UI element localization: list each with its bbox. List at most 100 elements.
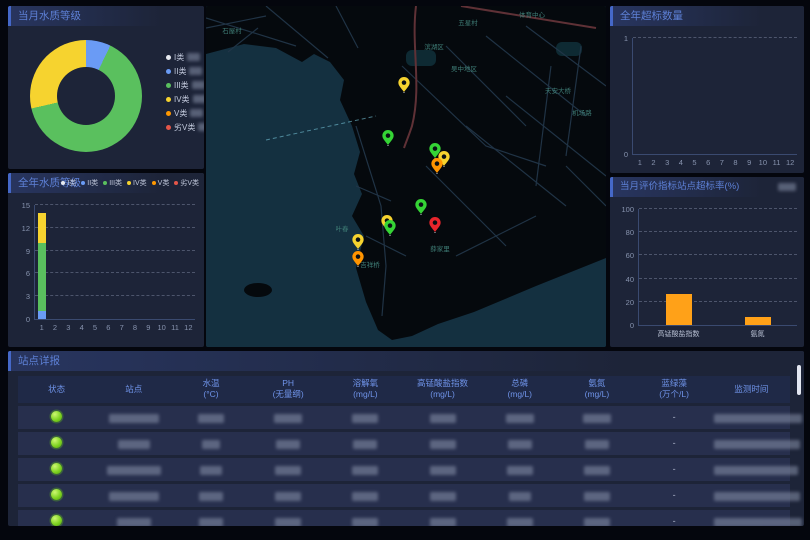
y-tick: 9 [26, 247, 30, 256]
redacted-cell [558, 432, 635, 455]
column-header: 监测时间 [713, 376, 790, 403]
legend-label: 劣V类 [174, 122, 195, 133]
x-tick: 5 [93, 323, 97, 332]
redacted-cell [250, 406, 327, 429]
legend-dot [166, 55, 171, 60]
status-cell [18, 510, 95, 526]
map-place-label: 五星村 [458, 17, 478, 27]
redacted-cell [404, 406, 481, 429]
water-quality-dashboard: 当月水质等级 I类II类III类IV类V类劣V类 全年水质等级 I类II类III… [0, 0, 810, 540]
station-pin[interactable] [428, 217, 442, 233]
corner-badge-redacted[interactable] [778, 183, 796, 191]
redacted-cell [95, 432, 172, 455]
legend-item[interactable]: I类 [61, 178, 76, 188]
x-tick: 7 [120, 323, 124, 332]
station-table: 状态站点水温(°C)PH(无量纲)溶解氧(mg/L)高锰酸盐指数(mg/L)总磷… [18, 373, 790, 526]
legend-item[interactable]: IV类 [127, 178, 147, 188]
column-header: 高锰酸盐指数(mg/L) [404, 376, 481, 403]
legend-item[interactable]: V类 [166, 106, 204, 120]
legend-dot [166, 125, 171, 130]
legend-item[interactable]: II类 [81, 178, 98, 188]
x-tick: 2 [651, 158, 655, 167]
y-tick: 20 [626, 298, 634, 307]
redacted-cell [327, 484, 404, 507]
station-pin[interactable] [430, 158, 444, 174]
panel-header: 站点详报 [8, 351, 804, 371]
table-row[interactable]: - [18, 458, 790, 481]
x-tick: 高锰酸盐指数 [658, 329, 700, 339]
table-row[interactable]: - [18, 484, 790, 507]
redacted-cell [481, 406, 558, 429]
x-tick: 2 [53, 323, 57, 332]
table-row[interactable]: - [18, 510, 790, 526]
x-tick: 7 [720, 158, 724, 167]
table-scrollbar[interactable] [797, 365, 801, 395]
y-tick: 1 [624, 34, 628, 43]
algae-cell: - [636, 510, 713, 526]
status-dot [51, 437, 62, 448]
panel-title: 站点详报 [11, 351, 804, 371]
x-tick: 6 [106, 323, 110, 332]
panel-station-table: 站点详报 状态站点水温(°C)PH(无量纲)溶解氧(mg/L)高锰酸盐指数(mg… [8, 351, 804, 526]
redacted-cell [404, 458, 481, 481]
rate-bar [666, 294, 692, 325]
gridline: 100 [639, 208, 797, 209]
legend-item[interactable]: III类 [166, 78, 204, 92]
station-pin[interactable] [351, 251, 365, 267]
y-tick: 0 [630, 321, 634, 330]
legend-item[interactable]: 劣V类 [166, 120, 204, 134]
panel-header: 当月评价指标站点超标率(%) [610, 177, 804, 197]
station-pin[interactable] [397, 77, 411, 93]
redacted-cell [481, 432, 558, 455]
table-row[interactable]: - [18, 406, 790, 429]
column-header: 氨氮(mg/L) [558, 376, 635, 403]
redacted-cell [95, 510, 172, 526]
gridline: 40 [639, 278, 797, 279]
x-tick: 3 [665, 158, 669, 167]
status-dot [51, 411, 62, 422]
redacted-cell [95, 484, 172, 507]
legend-item[interactable]: I类 [166, 50, 204, 64]
map-place-label: 吴中地区 [451, 63, 477, 73]
redacted-cell [404, 484, 481, 507]
table-row[interactable]: - [18, 432, 790, 455]
status-cell [18, 406, 95, 429]
x-tick: 1 [638, 158, 642, 167]
gridline: 1 [633, 37, 797, 38]
station-pin[interactable] [383, 220, 397, 236]
time-cell [713, 432, 790, 455]
algae-cell: - [636, 484, 713, 507]
redacted-cell [172, 510, 249, 526]
x-tick: 10 [759, 158, 767, 167]
x-tick: 5 [692, 158, 696, 167]
gridline: 12 [35, 227, 195, 228]
panel-header: 当月水质等级 [8, 6, 204, 26]
station-map[interactable]: 石屋村五星村滨湖区吴中地区体育中心天安大桥机场路叶春吉祥桥薛家里 [206, 6, 606, 347]
station-pin[interactable] [351, 234, 365, 250]
legend-item[interactable]: IV类 [166, 92, 204, 106]
station-pin[interactable] [381, 130, 395, 146]
legend-item[interactable]: II类 [166, 64, 204, 78]
redacted-cell [95, 406, 172, 429]
legend-item[interactable]: V类 [152, 178, 170, 188]
legend-value-redacted [193, 95, 204, 103]
column-header: 总磷(mg/L) [481, 376, 558, 403]
algae-cell: - [636, 432, 713, 455]
redacted-cell [558, 406, 635, 429]
status-cell [18, 458, 95, 481]
legend-item[interactable]: 劣V类 [174, 178, 199, 188]
map-base [206, 6, 606, 347]
legend-value-redacted [192, 81, 204, 89]
legend-label: IV类 [174, 94, 190, 105]
column-header: 状态 [18, 376, 95, 403]
station-pin[interactable] [414, 199, 428, 215]
time-cell [713, 458, 790, 481]
legend-item[interactable]: III类 [103, 178, 122, 188]
map-place-label: 石屋村 [222, 25, 242, 35]
panel-exceed-rate: 当月评价指标站点超标率(%) 020406080100高锰酸盐指数氨氮 [610, 177, 804, 347]
column-header: 站点 [95, 376, 172, 403]
redacted-cell [327, 458, 404, 481]
column-header: PH(无量纲) [250, 376, 327, 403]
panel-header: 全年超标数量 [610, 6, 804, 26]
gridline: 3 [35, 295, 195, 296]
